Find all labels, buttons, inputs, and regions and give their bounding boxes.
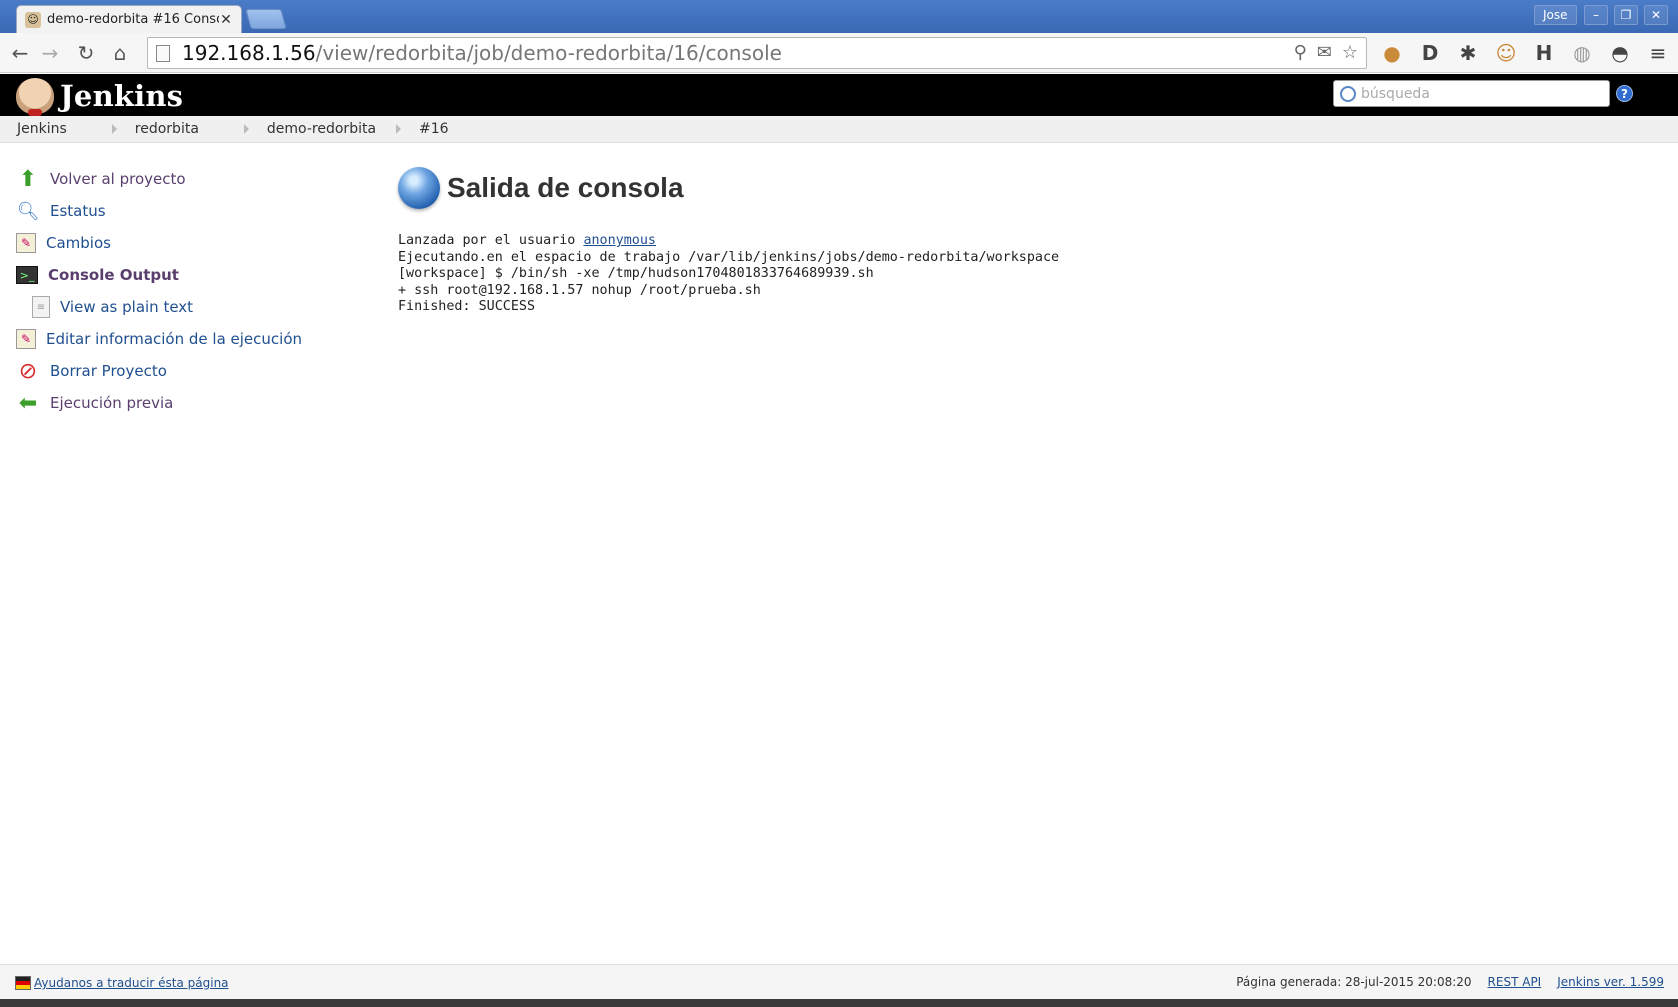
side-panel: ⬆ Volver al proyecto 🔍︎ Estatus ✎ Cambio… (16, 163, 376, 419)
breadcrumb-separator-icon[interactable] (243, 124, 249, 134)
sidebar-item-label: Volver al proyecto (50, 170, 186, 188)
globe-icon[interactable]: ◍ (1570, 41, 1594, 65)
translate-link[interactable]: Ayudanos a traducir ésta página (34, 976, 229, 990)
page-generated-timestamp: Página generada: 28-jul-2015 20:08:20 (1236, 975, 1472, 989)
minimize-button[interactable]: – (1584, 5, 1608, 25)
breadcrumb-jenkins[interactable]: Jenkins (17, 121, 67, 137)
bookmark-star-icon[interactable]: ☆ (1342, 42, 1358, 63)
page-icon (156, 44, 170, 62)
brand-name: Jenkins (60, 79, 184, 113)
translate-section: Ayudanos a traducir ésta página (15, 976, 229, 990)
mask-icon[interactable]: ◓ (1608, 41, 1632, 65)
restore-button[interactable]: ❐ (1614, 5, 1638, 25)
main-panel: Salida de consola Lanzada por el usuario… (398, 167, 1658, 316)
zoom-icon[interactable]: ⚲ (1294, 42, 1307, 63)
h-extension-icon[interactable]: H (1532, 41, 1556, 65)
sidebar-item-label: Editar información de la ejecución (46, 330, 303, 348)
user-link[interactable]: anonymous (583, 233, 656, 248)
search-icon (1340, 85, 1356, 102)
up-arrow-icon: ⬆ (18, 166, 38, 192)
browser-titlebar: ☺ demo-redorbita #16 Conso ✕ Jose – ❐ ✕ (0, 0, 1678, 33)
jenkins-header: Jenkins ? (0, 74, 1678, 116)
no-entry-icon: ⊘ (18, 358, 38, 384)
cookie-icon[interactable]: ● (1380, 41, 1404, 65)
magnifier-icon: 🔍︎ (16, 200, 40, 222)
console-started-by: Lanzada por el usuario (398, 233, 584, 248)
page-footer: Ayudanos a traducir ésta página Página g… (0, 964, 1678, 999)
search-box (1333, 80, 1610, 107)
terminal-icon: >_ (16, 266, 38, 284)
page-heading: Salida de consola (398, 167, 1658, 209)
sidebar-item-status[interactable]: 🔍︎ Estatus (16, 195, 376, 227)
back-arrow-icon[interactable]: ← (8, 41, 32, 65)
browser-toolbar: ← → ↻ ⌂ 192.168.1.56 /view/redorbita/job… (0, 33, 1678, 73)
breadcrumb: Jenkins redorbita demo-redorbita #16 (0, 116, 1678, 143)
jenkins-version-link[interactable]: Jenkins ver. 1.599 (1557, 975, 1664, 989)
footer-info: Página generada: 28-jul-2015 20:08:20 RE… (1236, 975, 1664, 989)
sidebar-item-back-to-project[interactable]: ⬆ Volver al proyecto (16, 163, 376, 195)
sidebar-item-console-output[interactable]: >_ Console Output (16, 259, 376, 291)
breadcrumb-separator-icon[interactable] (111, 124, 117, 134)
window-controls: – ❐ ✕ (1584, 5, 1668, 25)
jenkins-extension-icon[interactable]: ☺ (1494, 41, 1518, 65)
sidebar-item-changes[interactable]: ✎ Cambios (16, 227, 376, 259)
sidebar-item-plain-text[interactable]: ≡ View as plain text (16, 291, 376, 323)
notepad-icon: ✎ (16, 233, 36, 253)
breadcrumb-build-16[interactable]: #16 (419, 121, 449, 137)
left-arrow-icon: ⬅ (18, 390, 38, 416)
new-tab-button[interactable] (245, 9, 287, 29)
sidebar-item-label: View as plain text (60, 298, 194, 316)
sidebar-item-label: Estatus (50, 202, 106, 220)
sidebar-item-label: Console Output (48, 266, 179, 284)
sidebar-item-label: Cambios (46, 234, 111, 252)
blue-ball-status-icon (398, 167, 440, 209)
flag-icon (15, 976, 31, 990)
d-extension-icon[interactable]: D (1418, 41, 1442, 65)
browser-tab[interactable]: ☺ demo-redorbita #16 Conso ✕ (16, 5, 242, 33)
breadcrumb-separator-icon[interactable] (396, 124, 402, 134)
menu-icon[interactable]: ≡ (1646, 41, 1670, 65)
home-icon[interactable]: ⌂ (108, 41, 132, 65)
os-taskbar (0, 999, 1678, 1007)
tab-title: demo-redorbita #16 Conso (47, 12, 219, 27)
breadcrumb-redorbita[interactable]: redorbita (135, 121, 199, 137)
jenkins-butler-icon (16, 78, 54, 116)
sidebar-item-label: Ejecución previa (50, 394, 174, 412)
sidebar-item-edit-build-info[interactable]: ✎ Editar información de la ejecución (16, 323, 376, 355)
url-host: 192.168.1.56 (182, 41, 316, 65)
jenkins-logo[interactable]: Jenkins (16, 78, 184, 116)
breadcrumb-demo-redorbita[interactable]: demo-redorbita (267, 121, 376, 137)
page-title: Salida de consola (447, 172, 684, 203)
forward-arrow-icon[interactable]: → (38, 41, 62, 65)
mail-icon[interactable]: ✉ (1317, 42, 1332, 63)
close-tab-icon[interactable]: ✕ (219, 12, 233, 28)
sidebar-item-previous-build[interactable]: ⬅ Ejecución previa (16, 387, 376, 419)
console-log-lines: Ejecutando.en el espacio de trabajo /var… (398, 249, 1060, 315)
document-icon: ≡ (32, 296, 50, 318)
extensions-bar: ● D ✱ ☺ H ◍ ◓ ≡ (1380, 41, 1670, 65)
sidebar-item-label: Borrar Proyecto (50, 362, 167, 380)
jenkins-favicon-icon: ☺ (25, 11, 41, 28)
address-bar[interactable]: 192.168.1.56 /view/redorbita/job/demo-re… (147, 37, 1367, 69)
help-icon[interactable]: ? (1616, 85, 1633, 102)
console-output: Lanzada por el usuario anonymous Ejecuta… (398, 233, 1658, 316)
profile-button[interactable]: Jose (1534, 5, 1577, 25)
sidebar-item-delete-project[interactable]: ⊘ Borrar Proyecto (16, 355, 376, 387)
search-input[interactable] (1361, 85, 1601, 102)
url-path: /view/redorbita/job/demo-redorbita/16/co… (315, 41, 782, 65)
rest-api-link[interactable]: REST API (1488, 975, 1542, 989)
reload-icon[interactable]: ↻ (74, 41, 98, 65)
close-window-button[interactable]: ✕ (1644, 5, 1668, 25)
bug-icon[interactable]: ✱ (1456, 41, 1480, 65)
notepad-icon: ✎ (16, 329, 36, 349)
